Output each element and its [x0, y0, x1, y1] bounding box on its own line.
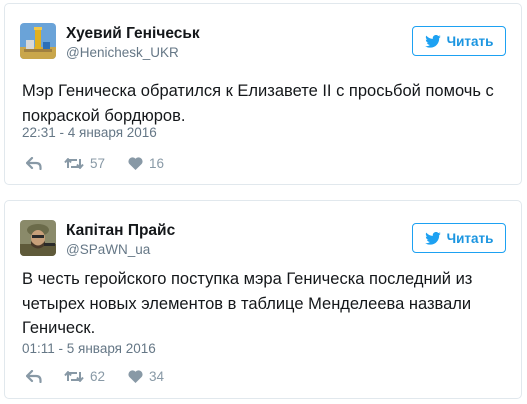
heart-icon — [128, 369, 143, 383]
twitter-bird-icon — [424, 34, 441, 48]
reply-button[interactable] — [26, 156, 64, 170]
avatar[interactable] — [20, 23, 56, 59]
tweet-text: В честь геройского поступка мэра Геничес… — [22, 270, 473, 337]
retweet-count: 57 — [90, 155, 106, 171]
follow-button[interactable]: Читать — [412, 223, 506, 253]
retweet-button[interactable]: 62 — [64, 369, 128, 384]
tweet-timestamp[interactable]: 22:31 - 4 января 2016 — [22, 125, 157, 140]
tweet-actions: 57 16 — [26, 154, 178, 172]
tweet-card[interactable]: Хуевий Генічеськ @Henichesk_UKR Читать М… — [4, 3, 522, 185]
tweet-text: Мэр Геническа обратился к Елизавете II с… — [22, 82, 494, 125]
reply-icon — [26, 369, 42, 383]
like-button[interactable]: 34 — [128, 369, 178, 384]
avatar[interactable] — [20, 220, 56, 256]
author-handle[interactable]: @Henichesk_UKR — [66, 45, 179, 60]
reply-button[interactable] — [26, 369, 64, 383]
author-name[interactable]: Капітан Прайс — [66, 222, 175, 240]
soldier-avatar-icon — [20, 220, 56, 256]
heart-icon — [128, 156, 143, 170]
monument-avatar-icon — [20, 23, 56, 59]
tweet-timestamp[interactable]: 01:11 - 5 января 2016 — [22, 341, 156, 356]
retweet-icon — [64, 370, 84, 382]
author-name[interactable]: Хуевий Генічеськ — [66, 25, 200, 43]
follow-button[interactable]: Читать — [412, 26, 506, 56]
like-count: 16 — [149, 155, 165, 171]
retweet-icon — [64, 157, 84, 169]
twitter-bird-icon — [424, 231, 441, 245]
retweet-button[interactable]: 57 — [64, 156, 128, 171]
like-count: 34 — [149, 368, 165, 384]
follow-button-label: Читать — [446, 230, 494, 246]
follow-button-label: Читать — [446, 33, 494, 49]
tweet-actions: 62 34 — [26, 367, 178, 385]
like-button[interactable]: 16 — [128, 156, 178, 171]
reply-icon — [26, 156, 42, 170]
tweet-card[interactable]: Капітан Прайс @SPaWN_ua Читать В честь г… — [4, 200, 522, 399]
retweet-count: 62 — [90, 368, 106, 384]
author-handle[interactable]: @SPaWN_ua — [66, 242, 150, 257]
